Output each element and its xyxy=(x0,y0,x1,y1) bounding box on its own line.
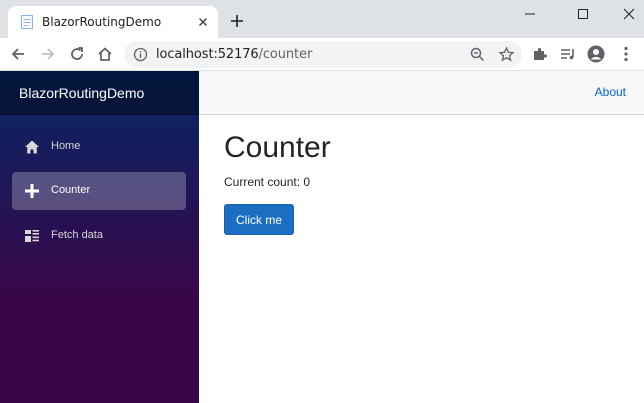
about-link[interactable]: About xyxy=(595,85,626,99)
plus-icon[interactable] xyxy=(229,13,245,29)
tab-title: BlazorRoutingDemo xyxy=(42,15,162,29)
reload-icon[interactable] xyxy=(68,45,86,63)
brand-link[interactable]: BlazorRoutingDemo xyxy=(19,85,144,101)
minimize-icon[interactable] xyxy=(522,6,538,22)
sidebar-item-counter[interactable]: Counter xyxy=(12,172,186,210)
page-title: Counter xyxy=(224,131,331,164)
forward-arrow-icon[interactable] xyxy=(39,45,57,63)
media-queue-icon[interactable] xyxy=(559,45,577,63)
browser-titlebar: BlazorRoutingDemo xyxy=(0,0,644,38)
count-prefix: Current count: xyxy=(224,175,304,189)
star-icon[interactable] xyxy=(498,46,515,63)
window-close-icon[interactable] xyxy=(621,6,637,22)
address-bar[interactable]: localhost:52176/counter xyxy=(124,41,522,68)
sidebar: BlazorRoutingDemo Home Counter Fetch dat… xyxy=(0,71,199,403)
click-me-button[interactable]: Click me xyxy=(224,204,294,235)
top-row: About xyxy=(199,71,644,115)
page-favicon-icon xyxy=(21,15,33,29)
plus-icon xyxy=(25,184,39,198)
list-icon xyxy=(25,230,39,242)
back-arrow-icon[interactable] xyxy=(9,45,27,63)
sidebar-item-label: Fetch data xyxy=(51,229,103,241)
count-value: 0 xyxy=(303,175,311,189)
sidebar-item-home[interactable]: Home xyxy=(12,128,186,166)
sidebar-item-label: Home xyxy=(51,140,81,152)
profile-avatar-icon[interactable] xyxy=(587,45,605,63)
sidebar-item-fetch-data[interactable]: Fetch data xyxy=(12,217,186,255)
url-text[interactable]: localhost:52176/counter xyxy=(156,47,312,62)
current-count: Current count: 0 xyxy=(224,175,310,189)
brand-bar: BlazorRoutingDemo xyxy=(0,71,199,115)
sidebar-item-label: Counter xyxy=(51,184,91,196)
browser-tab[interactable]: BlazorRoutingDemo xyxy=(8,6,218,38)
browser-toolbar: localhost:52176/counter xyxy=(0,38,644,71)
url-path: /counter xyxy=(258,47,313,62)
kebab-menu-icon[interactable] xyxy=(617,45,635,63)
url-host: localhost:52176 xyxy=(156,47,259,62)
zoom-icon[interactable] xyxy=(469,46,486,63)
home-icon xyxy=(25,140,39,154)
close-icon[interactable] xyxy=(196,15,210,29)
info-icon[interactable] xyxy=(133,47,148,62)
extensions-puzzle-icon[interactable] xyxy=(531,45,549,63)
maximize-icon[interactable] xyxy=(575,6,591,22)
home-icon[interactable] xyxy=(96,45,114,63)
